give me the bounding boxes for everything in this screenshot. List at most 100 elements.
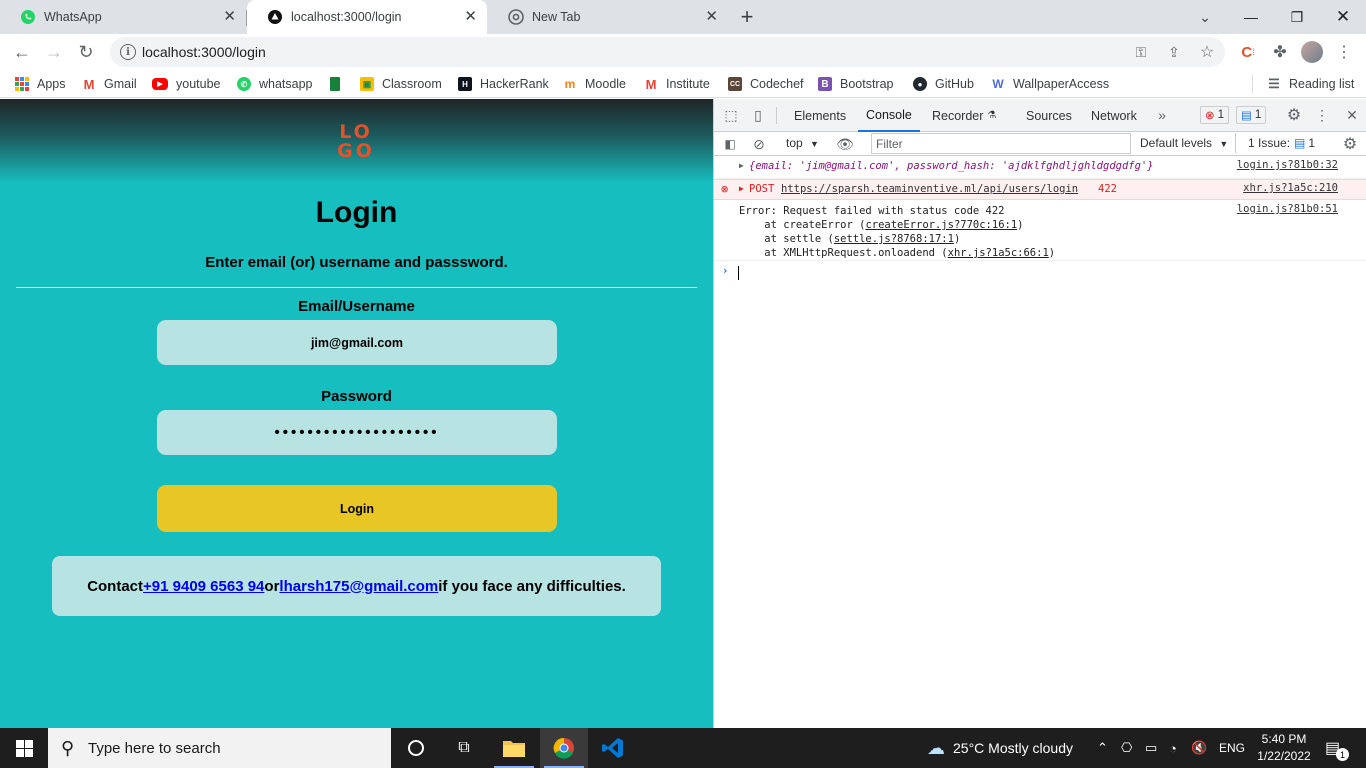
devtools-menu-icon[interactable]: ⋮ — [1313, 106, 1331, 124]
share-icon[interactable]: ⇪ — [1165, 43, 1183, 61]
email-field[interactable]: jim@gmail.com — [157, 320, 557, 365]
email-link[interactable]: lharsh175@gmail.com — [279, 578, 438, 595]
issues-button[interactable]: 1 Issue: ▤ 1 — [1235, 133, 1315, 153]
reading-list-button[interactable]: ☰ Reading list — [1267, 75, 1354, 93]
show-hidden-icons-chevron-icon[interactable]: ⌃ — [1097, 728, 1108, 768]
expand-triangle-icon[interactable]: ▶ — [739, 161, 744, 170]
console-error-entry[interactable]: ⊗ ▶ POST https://sparsh.teaminventive.ml… — [714, 179, 1366, 200]
filter-placeholder: Filter — [876, 136, 903, 151]
page-title: Login — [315, 196, 398, 229]
bookmark-hackerrank[interactable]: H HackerRank — [458, 75, 549, 93]
chrome-menu-icon[interactable]: ⋮ — [1330, 38, 1358, 66]
site-info-icon[interactable]: i — [120, 44, 136, 60]
tab-sources[interactable]: Sources — [1026, 99, 1072, 132]
key-icon[interactable]: ⚿ — [1132, 43, 1150, 61]
bookmark-moodle[interactable]: m Moodle — [563, 75, 626, 93]
profile-avatar[interactable] — [1298, 38, 1326, 66]
error-count-badge[interactable]: ⊗ 1 — [1200, 106, 1230, 124]
taskbar-search-input[interactable]: ⚲ Type here to search — [48, 728, 391, 768]
bookmark-codechef[interactable]: CC Codechef — [728, 75, 804, 93]
log-levels-dropdown[interactable]: Default levels ▼ — [1140, 136, 1228, 150]
meet-now-icon[interactable]: ⎔ — [1121, 728, 1132, 768]
reload-icon[interactable]: ↻ — [72, 38, 100, 66]
sidebar-toggle-icon[interactable]: ◧ — [721, 135, 739, 153]
tab-recorder[interactable]: Recorder ⚗ — [932, 99, 996, 132]
tab-search-chevron-icon[interactable]: ⌄ — [1182, 0, 1228, 34]
log-source-link[interactable]: xhr.js?1a5c:210 — [1243, 182, 1338, 194]
log-source-link[interactable]: login.js?81b0:51 — [1237, 203, 1338, 215]
extension-codechef-icon[interactable]: C ⁞ — [1234, 38, 1262, 66]
console-log-entry[interactable]: ▶ {email: 'jim@gmail.com', password_hash… — [714, 157, 1366, 179]
error-count: 1 — [1217, 109, 1225, 121]
gmail-icon: M — [645, 76, 657, 92]
console-prompt[interactable]: › — [714, 263, 1366, 283]
bookmark-wallpaperaccess[interactable]: W WallpaperAccess — [991, 75, 1109, 93]
request-url-link[interactable]: https://sparsh.teaminventive.ml/api/user… — [781, 183, 1078, 195]
chrome-taskbar-icon[interactable] — [540, 728, 588, 768]
stack-link[interactable]: settle.js?8768:17:1 — [834, 233, 954, 245]
bookmark-youtube[interactable]: ▶ youtube — [152, 75, 220, 93]
battery-icon[interactable]: ▭ — [1145, 728, 1157, 768]
cortana-icon[interactable] — [392, 728, 440, 768]
minimize-button[interactable]: — — [1228, 0, 1274, 34]
inspect-element-icon[interactable]: ⬚ — [722, 106, 740, 124]
password-field[interactable]: •••••••••••••••••••• — [157, 410, 557, 455]
bookmark-label: Gmail — [104, 77, 137, 91]
logo[interactable]: LO GO — [335, 123, 377, 163]
bookmark-classroom[interactable]: ▣ Classroom — [360, 75, 442, 93]
bookmark-institute[interactable]: M Institute — [644, 75, 710, 93]
restore-button[interactable]: ❐ — [1274, 0, 1320, 34]
address-bar[interactable]: i localhost:3000/login ⚿ ⇪ ☆ — [110, 37, 1225, 67]
tab-localhost-login[interactable]: localhost:3000/login ✕ — [247, 0, 487, 34]
tab-elements[interactable]: Elements — [794, 99, 846, 132]
live-expression-eye-icon[interactable]: 👁 — [836, 135, 854, 153]
bookmark-gmail[interactable]: M Gmail — [82, 75, 137, 93]
tab-console[interactable]: Console — [858, 99, 920, 132]
file-explorer-icon[interactable] — [490, 728, 538, 768]
bookmark-bootstrap[interactable]: B Bootstrap — [818, 75, 894, 93]
input-language[interactable]: ENG — [1219, 728, 1245, 768]
context-selector[interactable]: top ▼ — [786, 136, 819, 150]
wifi-icon[interactable]: ◔ — [1169, 728, 1177, 768]
bookmark-whatsapp[interactable]: ✆ whatsapp — [237, 75, 313, 93]
stack-link[interactable]: createError.js?770c:16:1 — [865, 219, 1017, 231]
log-source-link[interactable]: login.js?81b0:32 — [1237, 159, 1338, 171]
notification-center-icon[interactable]: ▤ 1 — [1325, 728, 1349, 768]
more-tabs-chevron-icon[interactable]: » — [1153, 106, 1171, 124]
star-bookmark-icon[interactable]: ☆ — [1198, 43, 1216, 61]
close-tab-icon[interactable]: ✕ — [464, 9, 477, 25]
tab-whatsapp[interactable]: WhatsApp ✕ — [0, 0, 246, 34]
close-devtools-icon[interactable]: ✕ — [1343, 106, 1361, 124]
system-clock[interactable]: 5:40 PM 1/22/2022 — [1253, 728, 1315, 768]
settings-gear-icon[interactable]: ⚙ — [1285, 106, 1303, 124]
message-count-badge[interactable]: ▤ 1 — [1236, 106, 1267, 124]
tab-new-tab[interactable]: New Tab ✕ — [488, 0, 728, 34]
bookmark-github[interactable]: ● GitHub — [913, 75, 974, 93]
close-tab-icon[interactable]: ✕ — [223, 9, 236, 25]
close-tab-icon[interactable]: ✕ — [705, 9, 718, 25]
task-view-icon[interactable]: ⧉ — [440, 728, 488, 768]
filter-input[interactable]: Filter — [871, 133, 1131, 154]
windows-start-icon[interactable] — [0, 728, 48, 768]
console-settings-gear-icon[interactable]: ⚙ — [1341, 135, 1359, 153]
stack-link[interactable]: xhr.js?1a5c:66:1 — [948, 247, 1049, 259]
vscode-icon[interactable] — [589, 728, 637, 768]
stack-line: at XMLHttpRequest.onloadend (xhr.js?1a5c… — [739, 247, 1056, 259]
volume-muted-icon[interactable]: 🔇 — [1191, 728, 1207, 768]
bookmark-apps[interactable]: Apps — [15, 75, 66, 93]
stack-line: at createError (createError.js?770c:16:1… — [739, 219, 1024, 231]
tab-network[interactable]: Network — [1091, 99, 1137, 132]
back-arrow-icon[interactable]: ← — [8, 38, 36, 66]
weather-widget[interactable]: ☁ 25°C Mostly cloudy — [927, 728, 1073, 768]
forward-arrow-icon[interactable]: → — [40, 38, 68, 66]
clear-console-icon[interactable]: ⊘ — [750, 135, 768, 153]
console-error-stack-entry[interactable]: Error: Request failed with status code 4… — [714, 201, 1366, 261]
close-window-button[interactable]: ✕ — [1320, 0, 1366, 34]
expand-triangle-icon[interactable]: ▶ — [739, 184, 744, 193]
extensions-puzzle-icon[interactable]: ✤ — [1266, 38, 1294, 66]
new-tab-button[interactable]: + — [724, 0, 770, 34]
bookmark-unnamed[interactable] — [330, 75, 348, 93]
phone-link[interactable]: +91 9409 6563 94 — [143, 578, 264, 595]
device-toolbar-icon[interactable]: ▯ — [749, 106, 767, 124]
login-button[interactable]: Login — [157, 485, 557, 532]
